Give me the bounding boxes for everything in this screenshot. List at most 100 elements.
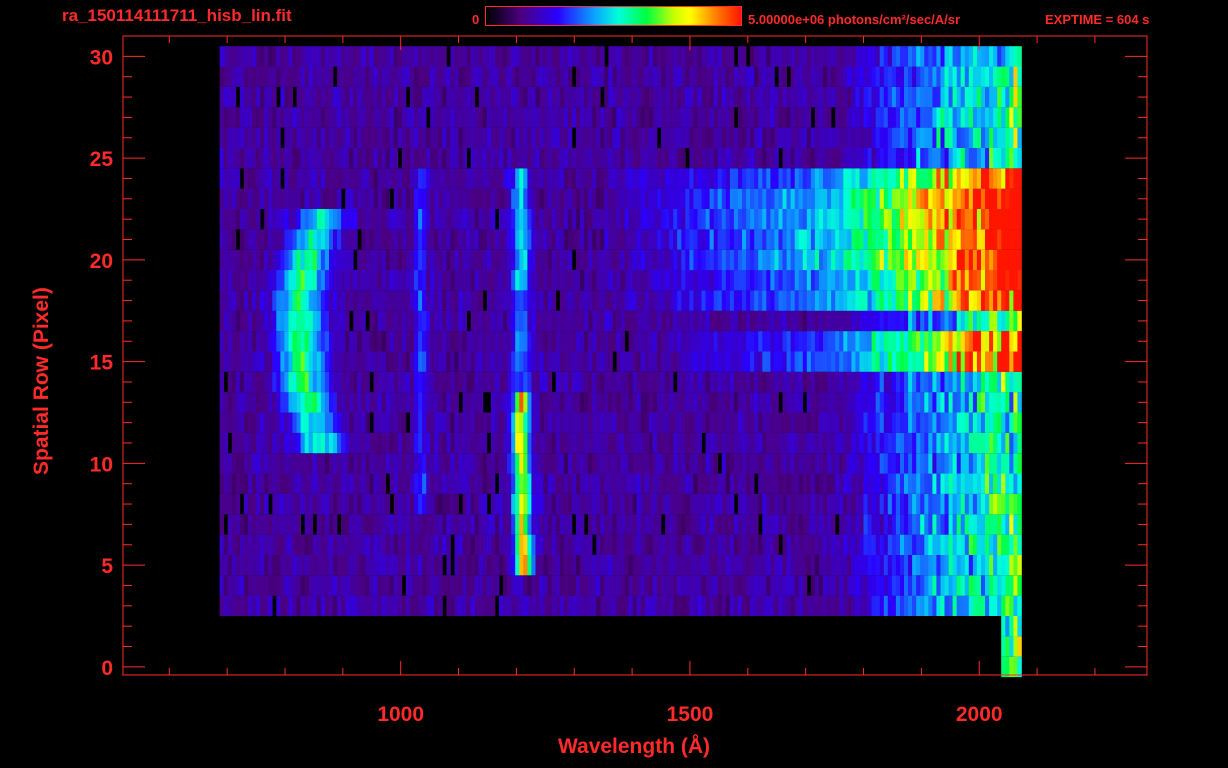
heatmap-cell — [454, 534, 459, 555]
heatmap-cell — [640, 575, 646, 596]
heatmap-cell — [405, 432, 411, 454]
heatmap-cell — [859, 432, 864, 454]
heatmap-cell — [227, 453, 233, 474]
heatmap-cell — [422, 331, 427, 352]
heatmap-cell — [324, 86, 330, 108]
heatmap-cell — [644, 331, 650, 352]
heatmap-cell — [324, 188, 330, 209]
heatmap-cell — [976, 473, 982, 494]
heatmap-cell — [713, 575, 719, 596]
heatmap-cell — [397, 514, 403, 535]
heatmap-cell — [819, 371, 824, 393]
heatmap-cell — [547, 310, 552, 332]
heatmap-cell — [924, 107, 929, 128]
heatmap-cell — [1017, 331, 1022, 352]
heatmap-cell — [1017, 554, 1022, 576]
heatmap-cell — [324, 310, 330, 332]
heatmap-cell — [511, 453, 516, 474]
heatmap-cell — [831, 473, 836, 494]
heatmap-cell — [936, 453, 941, 474]
heatmap-cell — [434, 493, 439, 515]
heatmap-cell — [624, 107, 629, 128]
heatmap-cell — [608, 473, 613, 494]
heatmap-cell — [997, 453, 1002, 474]
heatmap-cell — [746, 310, 751, 332]
heatmap-cell — [900, 554, 905, 576]
heatmap-cell — [519, 392, 524, 413]
heatmap-cell — [754, 310, 759, 332]
heatmap-cell — [608, 432, 613, 454]
heatmap-cell — [997, 595, 1002, 616]
heatmap-cell — [697, 188, 702, 209]
heatmap-cell — [1013, 127, 1018, 148]
heatmap-cell — [248, 392, 253, 413]
heatmap-cell — [993, 412, 998, 433]
heatmap-cell — [486, 229, 492, 250]
heatmap-cell — [1017, 209, 1022, 230]
heatmap-cell — [373, 249, 378, 271]
heatmap-cell — [284, 432, 289, 454]
heatmap-cell — [357, 473, 362, 494]
heatmap-cell — [725, 331, 731, 352]
heatmap-cell — [717, 249, 723, 271]
heatmap-cell — [418, 290, 423, 311]
heatmap-cell — [993, 554, 998, 576]
heatmap-cell — [373, 575, 378, 596]
heatmap-cell — [843, 270, 848, 291]
heatmap-cell — [515, 270, 520, 291]
heatmap-cell — [604, 127, 609, 148]
heatmap-cell — [839, 534, 844, 555]
heatmap-cell — [495, 514, 500, 535]
heatmap-cell — [669, 575, 674, 596]
heatmap-cell — [248, 351, 253, 372]
heatmap-cell — [268, 188, 273, 209]
heatmap-cell — [397, 371, 403, 393]
heatmap-cell — [895, 432, 901, 454]
heatmap-cell — [968, 229, 974, 250]
heatmap-cell — [721, 168, 727, 189]
heatmap-cell — [713, 473, 719, 494]
heatmap-cell — [329, 554, 334, 576]
heatmap-cell — [766, 453, 771, 474]
heatmap-cell — [296, 514, 301, 535]
heatmap-cell — [450, 331, 455, 352]
heatmap-cell — [851, 554, 856, 576]
heatmap-cell — [1009, 595, 1014, 616]
heatmap-cell — [385, 127, 391, 148]
heatmap-cell — [511, 371, 516, 393]
heatmap-cell — [665, 453, 670, 474]
heatmap-cell — [410, 310, 415, 332]
heatmap-cell — [964, 188, 970, 209]
heatmap-cell — [871, 147, 876, 169]
heatmap-cell — [260, 351, 265, 372]
heatmap-cell — [231, 534, 237, 555]
heatmap-cell — [972, 473, 978, 494]
heatmap-cell — [802, 432, 808, 454]
heatmap-cell — [418, 595, 423, 616]
heatmap-cell — [434, 127, 439, 148]
heatmap-cell — [300, 595, 305, 616]
heatmap-cell — [968, 168, 974, 189]
heatmap-cell — [616, 147, 621, 169]
heatmap-cell — [231, 473, 237, 494]
heatmap-cell — [337, 188, 342, 209]
heatmap-cell — [1009, 147, 1014, 169]
heatmap-cell — [571, 412, 577, 433]
heatmap-cell — [689, 432, 694, 454]
heatmap-cell — [742, 412, 747, 433]
heatmap-cell — [685, 534, 690, 555]
heatmap-cell — [231, 86, 237, 108]
heatmap-cell — [976, 371, 982, 393]
heatmap-cell — [543, 127, 548, 148]
heatmap-cell — [928, 392, 933, 413]
heatmap-cell — [539, 595, 544, 616]
heatmap-cell — [758, 310, 763, 332]
heatmap-cell — [636, 412, 642, 433]
heatmap-cell — [320, 168, 326, 189]
heatmap-cell — [442, 168, 447, 189]
heatmap-cell — [268, 351, 273, 372]
heatmap-cell — [738, 331, 743, 352]
heatmap-cell — [337, 453, 342, 474]
heatmap-cell — [960, 534, 966, 555]
heatmap-cell — [1017, 147, 1022, 169]
